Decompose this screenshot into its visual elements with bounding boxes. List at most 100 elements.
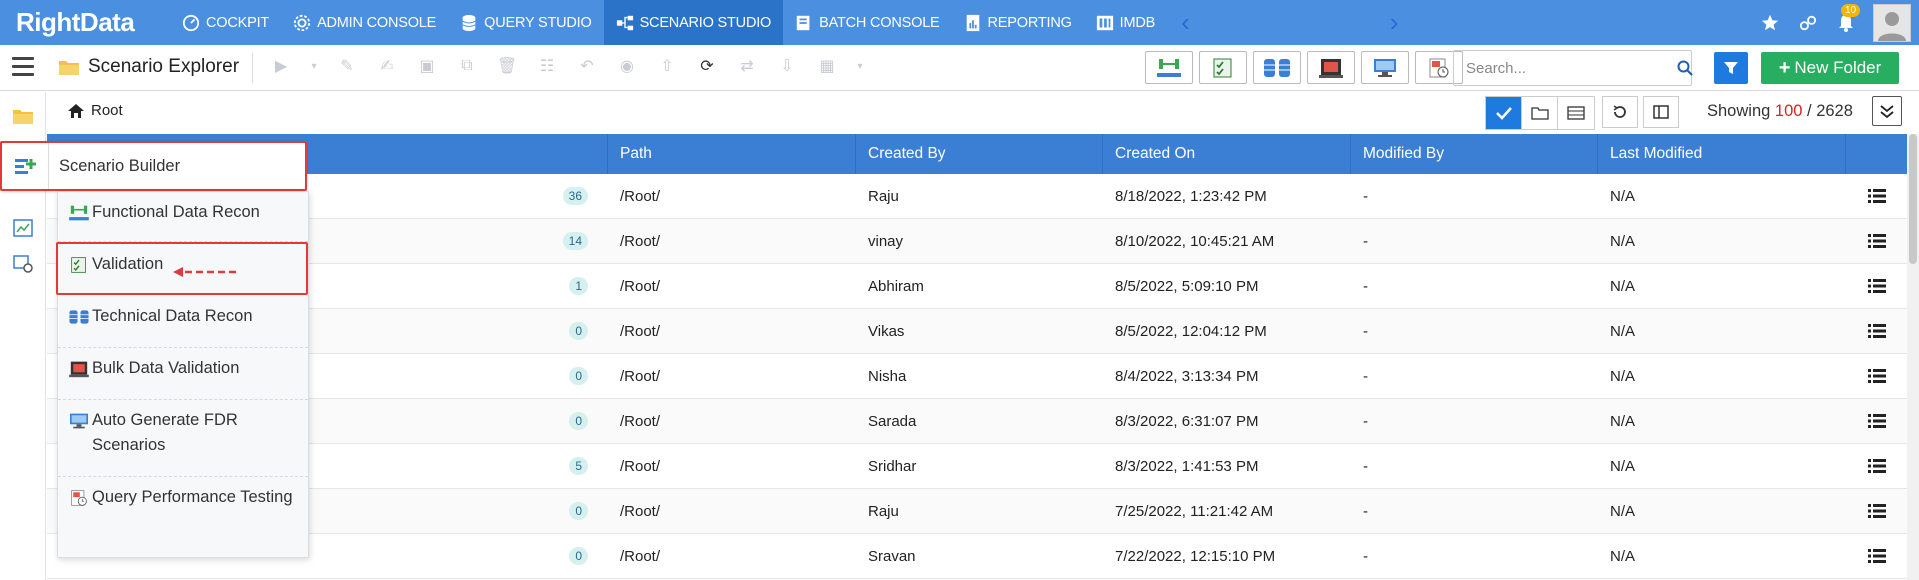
search-icon[interactable] — [1677, 60, 1693, 76]
table-row[interactable]: 0/Root/Sarada 8/3/2022, 6:31:07 PM - N/A — [47, 399, 1907, 444]
notification-bell-icon[interactable]: 10 — [1835, 3, 1861, 34]
copy-icon[interactable]: ⧉ — [456, 55, 478, 77]
table-row[interactable]: 1/Root/Abhiram 8/5/2022, 5:09:10 PM - N/A — [47, 264, 1907, 309]
column-header-last-modified[interactable]: Last Modified — [1598, 134, 1846, 174]
dashboard-icon — [13, 219, 33, 237]
undo-icon[interactable]: ↶ — [576, 55, 598, 77]
transfer-icon[interactable]: ⇄ — [736, 55, 758, 77]
rail-explorer-button[interactable] — [0, 96, 46, 136]
row-menu-icon[interactable] — [1867, 504, 1886, 518]
import-icon[interactable]: ⇩ — [776, 55, 798, 77]
nav-scroll-right-icon[interactable]: › — [1380, 7, 1409, 38]
edit-pencil-icon[interactable]: ✎ — [336, 55, 358, 77]
folder-view-button[interactable] — [1522, 97, 1558, 129]
cell-actions[interactable] — [1846, 174, 1907, 219]
column-header-created-by[interactable]: Created By — [856, 134, 1103, 174]
menu-item-bulk-data-validation[interactable]: Bulk Data Validation — [58, 348, 308, 400]
row-menu-icon[interactable] — [1867, 324, 1886, 338]
search-input[interactable] — [1454, 51, 1677, 85]
column-header-created-on[interactable]: Created On — [1103, 134, 1351, 174]
tdr-shortcut-button[interactable] — [1253, 51, 1301, 84]
cell-last-modified: N/A — [1610, 187, 1636, 205]
new-folder-button[interactable]: + New Folder — [1761, 52, 1899, 84]
breadcrumb-root[interactable]: Root — [91, 102, 123, 119]
delete-trash-icon[interactable]: 🗑 — [496, 55, 518, 77]
table-row[interactable]: 36/Root/Raju 8/18/2022, 1:23:42 PM - N/A — [47, 174, 1907, 219]
row-menu-icon[interactable] — [1867, 414, 1886, 428]
nav-item-imdb[interactable]: IMDB — [1084, 0, 1167, 45]
menu-item-auto-generate-fdr[interactable]: Auto Generate FDR Scenarios — [58, 400, 308, 477]
rail-settings-button[interactable] — [0, 244, 46, 284]
row-menu-icon[interactable] — [1867, 459, 1886, 473]
nav-item-reporting[interactable]: REPORTING — [952, 0, 1084, 45]
bulk-validation-shortcut-button[interactable] — [1307, 51, 1355, 84]
cell-actions[interactable] — [1846, 534, 1907, 579]
breadcrumb[interactable]: Root — [67, 102, 123, 119]
collapse-button[interactable] — [1872, 96, 1902, 126]
cell-actions[interactable] — [1846, 264, 1907, 309]
cell-actions[interactable] — [1846, 219, 1907, 264]
dropdown-caret-icon[interactable]: ▾ — [310, 55, 318, 77]
nav-item-label: SCENARIO STUDIO — [639, 14, 772, 31]
row-menu-icon[interactable] — [1867, 279, 1886, 293]
menu-item-functional-data-recon[interactable]: Functional Data Recon — [58, 192, 308, 242]
nav-item-cockpit[interactable]: COCKPIT — [170, 0, 281, 45]
cell-path: /Root/ — [620, 232, 661, 250]
filter-button[interactable] — [1714, 52, 1748, 84]
cell-actions[interactable] — [1846, 354, 1907, 399]
app-logo[interactable]: RightData — [0, 0, 170, 45]
scrollbar-thumb[interactable] — [1909, 134, 1917, 264]
bulk-validation-icon — [1319, 58, 1343, 78]
cell-last-modified: N/A — [1610, 232, 1636, 250]
nav-scroll-left-icon[interactable]: ‹ — [1171, 7, 1200, 38]
select-mode-button[interactable] — [1486, 97, 1522, 129]
search-field[interactable] — [1453, 50, 1693, 86]
row-menu-icon[interactable] — [1867, 369, 1886, 383]
columns-button[interactable] — [1643, 96, 1679, 128]
hamburger-menu-icon[interactable] — [12, 57, 34, 77]
user-avatar[interactable] — [1873, 3, 1911, 42]
run-icon[interactable]: ▶ — [270, 55, 292, 77]
auto-fdr-shortcut-button[interactable] — [1361, 51, 1409, 84]
edit-doc-icon[interactable]: ✍ — [376, 55, 398, 77]
table-row[interactable]: 5/Root/Sridhar 8/3/2022, 1:41:53 PM - N/A — [47, 444, 1907, 489]
validation-shortcut-button[interactable] — [1199, 51, 1247, 84]
table-row[interactable]: 0/Root/Vikas 8/5/2022, 12:04:12 PM - N/A — [47, 309, 1907, 354]
cell-last-modified: N/A — [1610, 547, 1636, 565]
folder-outline-icon — [1530, 107, 1549, 120]
table-row[interactable]: 0/Root/Sravan 7/22/2022, 12:15:10 PM - N/A — [47, 534, 1907, 579]
cell-actions[interactable] — [1846, 309, 1907, 354]
reset-button[interactable] — [1602, 96, 1638, 128]
row-menu-icon[interactable] — [1867, 189, 1886, 203]
table-scrollbar[interactable] — [1907, 134, 1919, 580]
export-icon[interactable]: ⇧ — [656, 55, 678, 77]
nav-item-batch-console[interactable]: BATCH CONSOLE — [783, 0, 951, 45]
cell-actions[interactable] — [1846, 399, 1907, 444]
nav-item-scenario-studio[interactable]: SCENARIO STUDIO — [603, 0, 784, 45]
table-row[interactable]: 0/Root/Nisha 8/4/2022, 3:13:34 PM - N/A — [47, 354, 1907, 399]
globe-icon[interactable]: ◉ — [616, 55, 638, 77]
list-view-button[interactable] — [1558, 97, 1594, 129]
column-header-modified-by[interactable]: Modified By — [1351, 134, 1598, 174]
favorites-star-icon[interactable] — [1759, 12, 1781, 34]
cell-actions[interactable] — [1846, 489, 1907, 534]
row-menu-icon[interactable] — [1867, 234, 1886, 248]
table-row[interactable]: 14/Root/vinay 8/10/2022, 10:45:21 AM - N/A — [47, 219, 1907, 264]
fdr-shortcut-button[interactable] — [1145, 51, 1193, 84]
cell-actions[interactable] — [1846, 444, 1907, 489]
menu-item-query-performance-testing[interactable]: Query Performance Testing — [58, 477, 308, 557]
link-icon[interactable] — [1797, 12, 1819, 34]
move-folder-icon[interactable]: ▣ — [416, 55, 438, 77]
schedule-icon[interactable]: ▦ — [816, 55, 838, 77]
refresh-icon[interactable]: ⟳ — [696, 55, 718, 77]
dropdown-caret-icon[interactable]: ▾ — [856, 55, 864, 77]
nav-item-admin-console[interactable]: ADMIN CONSOLE — [281, 0, 448, 45]
row-menu-icon[interactable] — [1867, 549, 1886, 563]
column-header-path[interactable]: Path — [608, 134, 856, 174]
nav-item-query-studio[interactable]: QUERY STUDIO — [448, 0, 603, 45]
clipboard-icon[interactable]: ☷ — [536, 55, 558, 77]
menu-item-technical-data-recon[interactable]: Technical Data Recon — [58, 296, 308, 348]
rail-dashboard-button[interactable] — [0, 208, 46, 248]
scenario-builder-header[interactable]: Scenario Builder — [0, 141, 307, 191]
table-row[interactable]: 0/Root/Raju 7/25/2022, 11:21:42 AM - N/A — [47, 489, 1907, 534]
